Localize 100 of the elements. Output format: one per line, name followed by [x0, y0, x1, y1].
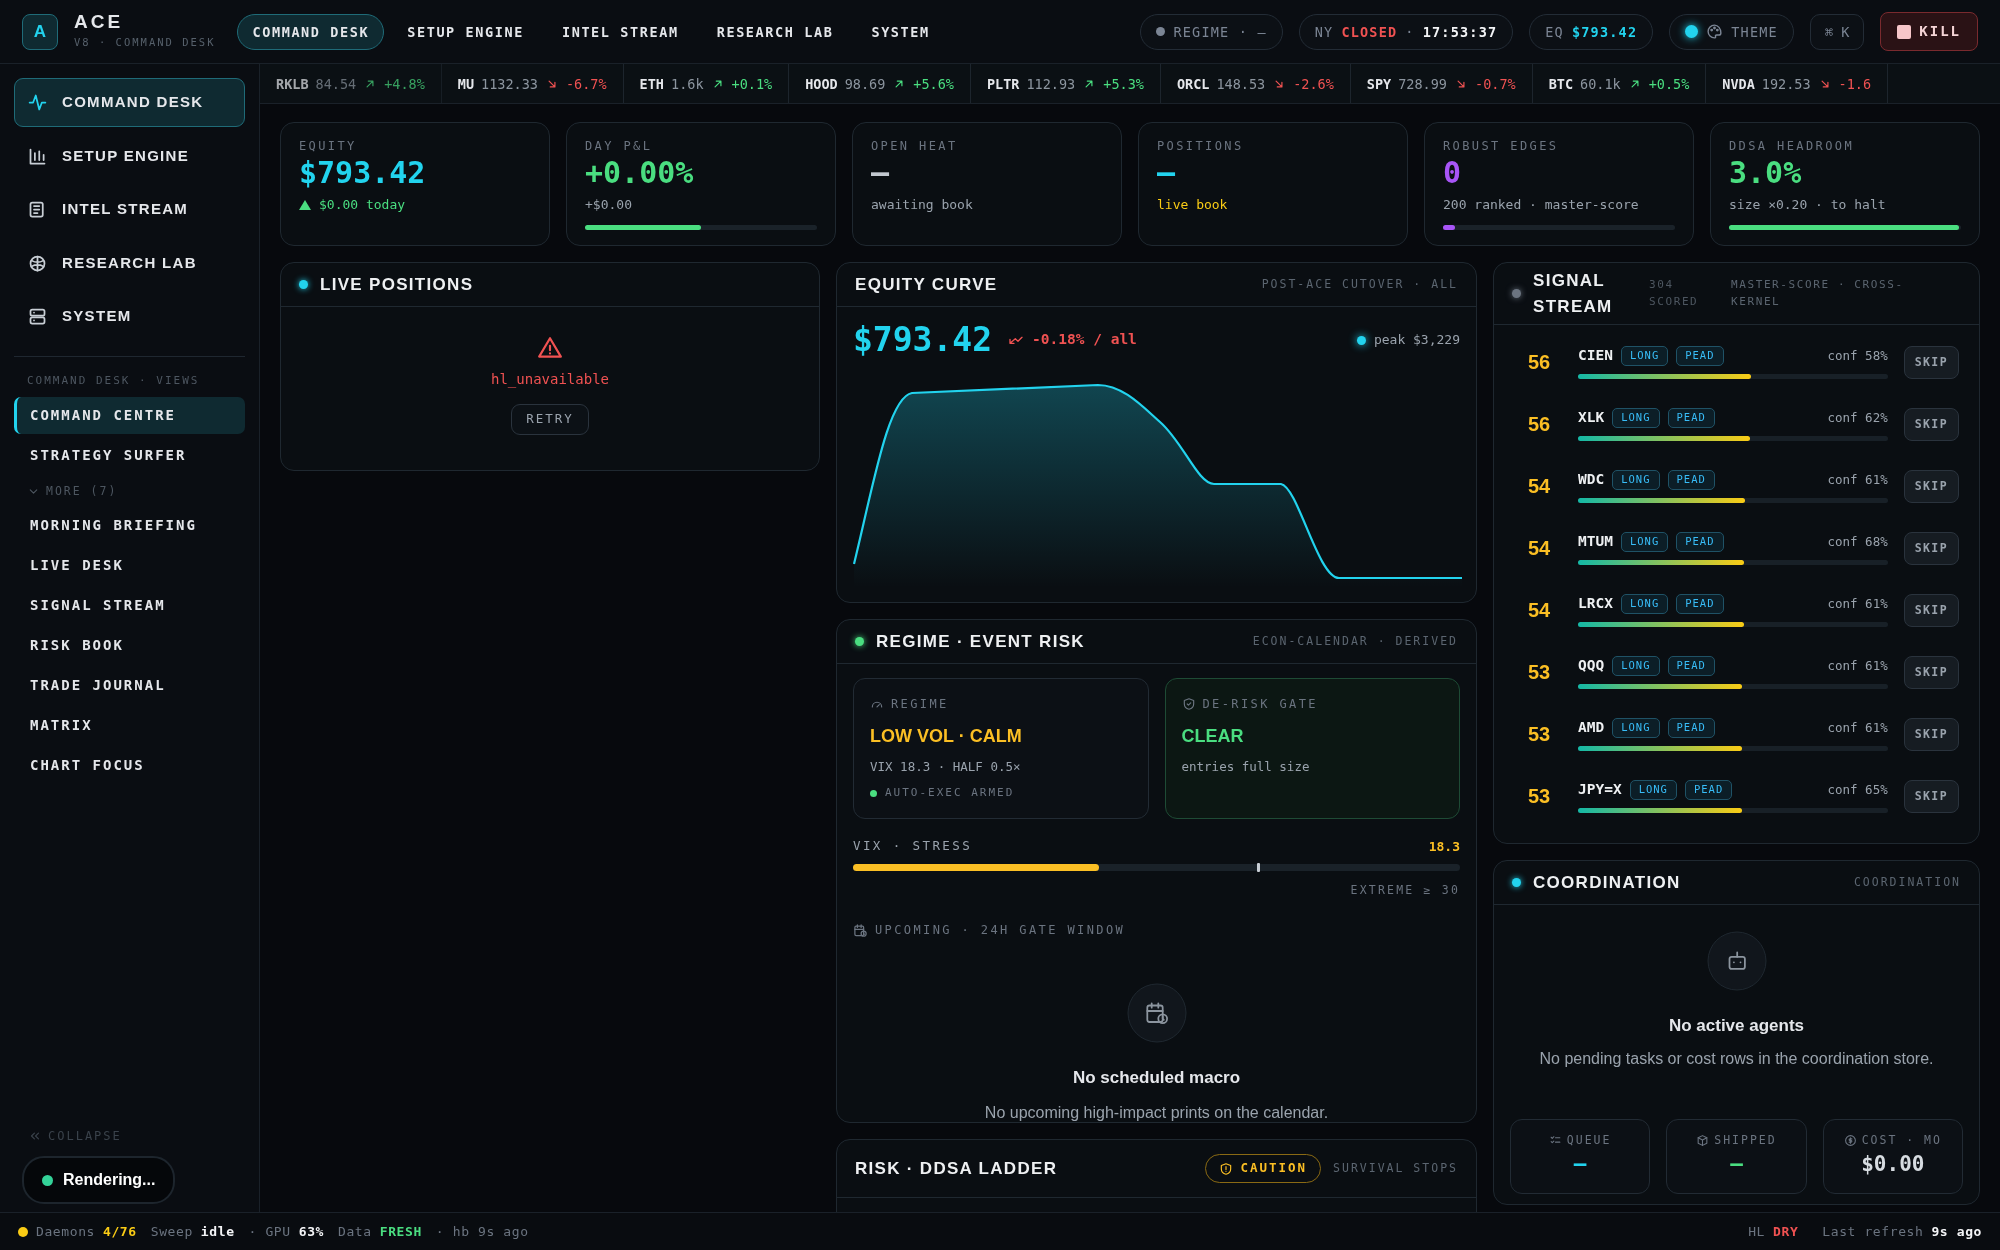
- confidence-label: conf 62%: [1827, 408, 1888, 427]
- status-value: 9s ago: [1931, 1222, 1982, 1241]
- kill-button[interactable]: KILL: [1880, 12, 1978, 52]
- status-value: 4/76: [103, 1222, 137, 1241]
- confidence-label: conf 61%: [1827, 470, 1888, 489]
- section-heading: COMMAND DESK · VIEWS: [26, 372, 201, 389]
- skip-button[interactable]: SKIP: [1903, 469, 1959, 503]
- ticker-symbol: MU: [457, 74, 475, 94]
- ticker-change: +0.1%: [731, 74, 773, 94]
- confidence-label: conf 68%: [1827, 532, 1888, 551]
- nav-tab[interactable]: INTEL STREAM: [546, 13, 694, 50]
- skip-button[interactable]: SKIP: [1903, 779, 1959, 813]
- signal-tag: PEAD: [1676, 594, 1724, 615]
- kpi-label: ROBUST EDGES: [1443, 138, 1560, 156]
- regime-detail: VIX 18.3 · HALF 0.5×: [870, 758, 1022, 777]
- status-label: Data: [338, 1222, 372, 1241]
- signal-tag: PEAD: [1684, 780, 1733, 801]
- sidebar-view-item[interactable]: LIVE DESK: [14, 546, 245, 584]
- nav-tab[interactable]: SYSTEM: [856, 13, 945, 50]
- skip-button[interactable]: SKIP: [1903, 407, 1959, 441]
- panel-title: SIGNAL STREAM: [1533, 270, 1614, 318]
- sidebar-view-item[interactable]: SIGNAL STREAM: [14, 586, 245, 624]
- panel-title: LIVE POSITIONS: [320, 274, 474, 297]
- kpi-value: —: [1157, 155, 1177, 192]
- skip-button[interactable]: SKIP: [1903, 531, 1959, 565]
- armed-indicator: [870, 789, 877, 797]
- skip-button[interactable]: SKIP: [1903, 717, 1959, 751]
- signal-tag: LONG: [1629, 780, 1677, 801]
- toast-label: Rendering...: [63, 1170, 156, 1191]
- stop-icon: [1897, 24, 1912, 39]
- ticker-symbol: JPY=X: [1578, 780, 1622, 800]
- empty-message: No pending tasks or cost rows in the coordination store.: [1539, 1048, 1934, 1069]
- robot-icon: [1706, 931, 1767, 992]
- kpi-label: EQUITY: [299, 138, 358, 156]
- empty-title: No scheduled macro: [1072, 1067, 1241, 1090]
- logo-badge: A: [22, 13, 58, 50]
- status-label: · GPU: [248, 1222, 291, 1241]
- sidebar-view-item[interactable]: CHART FOCUS: [14, 746, 245, 784]
- theme-button[interactable]: THEME: [1669, 13, 1794, 50]
- skip-button[interactable]: SKIP: [1903, 345, 1959, 379]
- sidebar-view-item[interactable]: STRATEGY SURFER: [14, 437, 245, 475]
- kpi-value: —: [871, 155, 891, 192]
- nav-tab[interactable]: SETUP ENGINE: [392, 13, 539, 50]
- confidence-label: conf 61%: [1827, 594, 1888, 613]
- stat-value: —: [1572, 1151, 1588, 1179]
- signal-tag: LONG: [1612, 718, 1660, 739]
- panel-meta: COORDINATION: [1853, 874, 1961, 892]
- sidebar-item[interactable]: RESEARCH LAB: [14, 238, 245, 288]
- shortcut-button[interactable]: ⌘ K: [1809, 13, 1865, 50]
- sidebar-item[interactable]: SETUP ENGINE: [14, 131, 245, 181]
- sidebar-view-item[interactable]: RISK BOOK: [14, 626, 245, 664]
- ticker-symbol: AMD: [1578, 718, 1605, 738]
- card-label: DE-RISK GATE: [1202, 696, 1318, 714]
- sidebar-view-item[interactable]: TRADE JOURNAL: [14, 666, 245, 704]
- ticker-price: 60.1k: [1580, 74, 1621, 94]
- kpi-label: DAY P&L: [585, 138, 654, 156]
- kpi-value: +0.00%: [585, 155, 695, 192]
- signal-tag: LONG: [1620, 346, 1669, 367]
- ticker-price: 728.99: [1398, 74, 1447, 94]
- signal-tag: PEAD: [1667, 656, 1715, 677]
- status-value: 63%: [298, 1222, 324, 1241]
- section-heading: UPCOMING · 24H GATE WINDOW: [875, 922, 1126, 940]
- skip-button[interactable]: SKIP: [1903, 655, 1959, 689]
- signal-score: 53: [1528, 784, 1552, 810]
- nav-tab[interactable]: COMMAND DESK: [237, 13, 385, 50]
- gate-detail: entries full size: [1181, 758, 1311, 777]
- ticker-price: 84.54: [315, 74, 357, 94]
- ticker-symbol: CIEN: [1578, 346, 1613, 366]
- sidebar-item[interactable]: SYSTEM: [14, 292, 245, 341]
- panel-meta: MASTER-SCORE · CROSS-KERNEL: [1731, 277, 1905, 310]
- status-label: HL: [1748, 1222, 1766, 1241]
- shield-icon: [1219, 1161, 1234, 1176]
- sidebar-view-item[interactable]: MORNING BRIEFING: [14, 506, 245, 544]
- ticker-symbol: PLTR: [986, 74, 1020, 94]
- empty-title: No active agents: [1668, 1015, 1805, 1038]
- sidebar-item[interactable]: INTEL STREAM: [14, 185, 245, 234]
- retry-button[interactable]: RETRY: [511, 404, 589, 436]
- ticker-symbol: LRCX: [1578, 594, 1613, 614]
- panel-title: COORDINATION: [1533, 872, 1681, 895]
- kpi-label: OPEN HEAT: [871, 138, 959, 156]
- sidebar-view-item[interactable]: MATRIX: [14, 706, 245, 744]
- skip-button[interactable]: SKIP: [1903, 593, 1959, 627]
- kpi-subtext: awaiting book: [871, 196, 973, 215]
- confidence-label: conf 61%: [1827, 656, 1888, 675]
- sidebar-view-item[interactable]: COMMAND CENTRE: [14, 397, 245, 435]
- nav-tab[interactable]: RESEARCH LAB: [701, 13, 849, 50]
- separator: ·: [1405, 22, 1415, 42]
- ticker-price: 1132.33: [481, 74, 538, 94]
- stat-value: $0.00: [1860, 1151, 1926, 1179]
- ticker-symbol: MTUM: [1578, 532, 1613, 552]
- equity-label: EQ: [1545, 22, 1564, 42]
- armed-label: AUTO-EXEC ARMED: [885, 785, 1015, 802]
- signal-score: 54: [1528, 598, 1552, 624]
- status-label: Daemons: [36, 1222, 95, 1241]
- kpi-subtext: live book: [1157, 196, 1228, 215]
- sidebar-item[interactable]: COMMAND DESK: [14, 78, 245, 127]
- confidence-label: conf 58%: [1827, 346, 1888, 365]
- threshold-label: EXTREME ≥ 30: [1350, 883, 1460, 898]
- signal-tag: LONG: [1620, 532, 1669, 553]
- status-label: · hb 9s ago: [435, 1222, 529, 1241]
